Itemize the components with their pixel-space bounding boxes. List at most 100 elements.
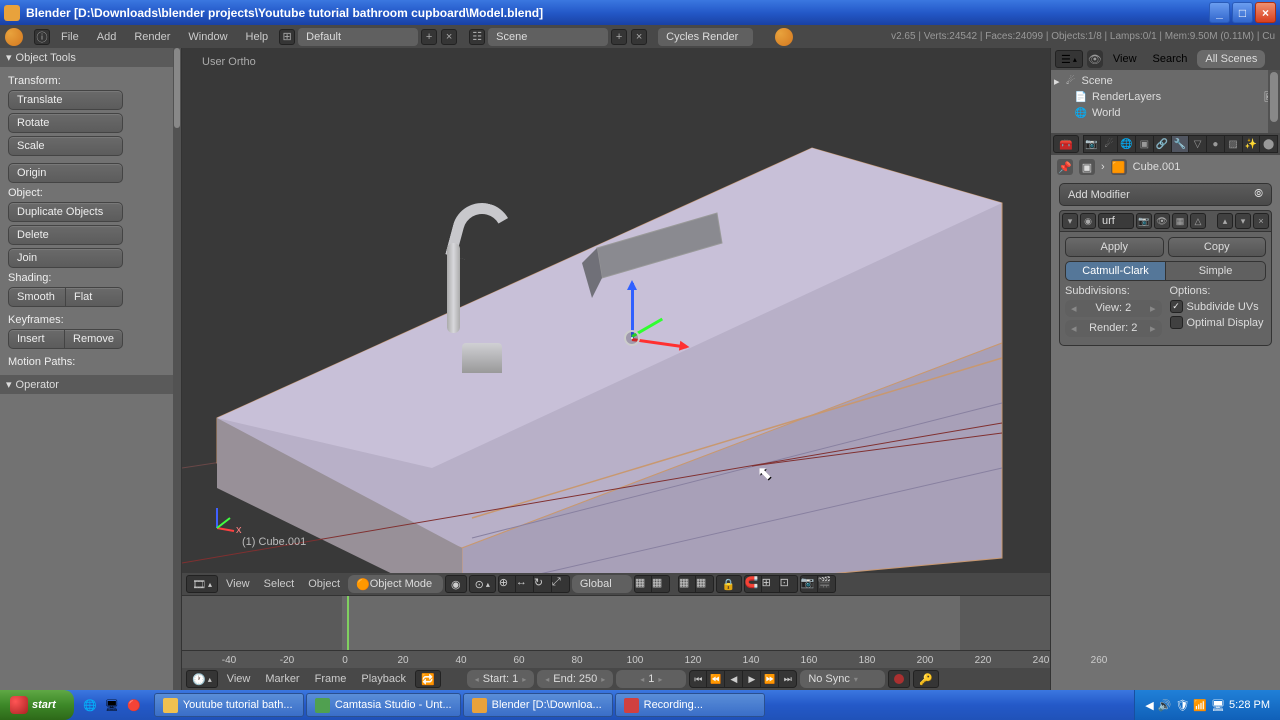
vh-view[interactable]: View: [220, 578, 256, 590]
editor-type-icon[interactable]: ⓘ: [34, 29, 50, 45]
tray-icon[interactable]: 🖥: [1211, 699, 1225, 712]
mod-move-down-button[interactable]: ▾: [1235, 213, 1251, 229]
end-frame-input[interactable]: ◂End: 250▸: [537, 670, 613, 688]
add-layout-button[interactable]: +: [421, 29, 437, 45]
tl-view[interactable]: View: [221, 673, 257, 685]
mod-realtime-toggle[interactable]: 👁: [1154, 213, 1170, 229]
remove-keyframe-button[interactable]: Remove: [65, 329, 123, 349]
duplicate-button[interactable]: Duplicate Objects: [8, 202, 123, 222]
modifier-expand-icon[interactable]: ▾: [1062, 213, 1078, 229]
current-frame-input[interactable]: ◂1▸: [616, 670, 686, 688]
snap-buttons[interactable]: 🧲⊞⊡: [744, 575, 798, 593]
origin-button[interactable]: Origin: [8, 163, 123, 183]
simple-toggle[interactable]: Simple: [1166, 261, 1266, 281]
prev-keyframe-button[interactable]: ⏪: [707, 670, 725, 688]
tray-icon[interactable]: 🔊: [1158, 699, 1172, 712]
join-button[interactable]: Join: [8, 248, 123, 268]
pin-icon[interactable]: 📌: [1057, 159, 1073, 175]
lock-camera-button[interactable]: 🔒: [716, 575, 742, 593]
tab-particles[interactable]: ✨: [1243, 135, 1261, 153]
toolshelf-scrollbar[interactable]: [173, 48, 181, 690]
playhead[interactable]: [347, 596, 349, 650]
mode-select[interactable]: 🟠 Object Mode: [348, 575, 443, 593]
record-button[interactable]: [888, 670, 910, 688]
menu-help[interactable]: Help: [238, 28, 277, 46]
add-scene-button[interactable]: +: [611, 29, 627, 45]
taskbar-item-camtasia[interactable]: Camtasia Studio - Unt...: [306, 693, 461, 717]
outliner-restrict-icon[interactable]: 👁: [1087, 50, 1103, 68]
optimal-display-checkbox[interactable]: Optimal Display: [1170, 316, 1267, 329]
scale-button[interactable]: Scale: [8, 136, 123, 156]
tab-texture[interactable]: ▨: [1225, 135, 1243, 153]
pivot-button[interactable]: ⊙ ▴: [469, 575, 496, 593]
copy-modifier-button[interactable]: Copy: [1168, 237, 1267, 257]
playback-controls[interactable]: ⏮ ⏪ ◀ ▶ ⏩ ⏭: [689, 670, 797, 688]
render-buttons[interactable]: 📷🎬: [800, 575, 836, 593]
timeline-track[interactable]: [182, 595, 1050, 651]
scene-select[interactable]: Scene: [488, 28, 608, 46]
catmull-clark-toggle[interactable]: Catmull-Clark: [1065, 261, 1166, 281]
editor-type-button[interactable]: 🎞 ▴: [186, 575, 218, 593]
smooth-button[interactable]: Smooth: [8, 287, 66, 307]
flat-button[interactable]: Flat: [66, 287, 123, 307]
delete-layout-button[interactable]: ×: [441, 29, 457, 45]
clock[interactable]: 5:28 PM: [1229, 699, 1270, 711]
orientation-select[interactable]: Global: [572, 575, 632, 593]
tab-physics[interactable]: ⬤: [1260, 135, 1278, 153]
tl-playback[interactable]: Playback: [355, 673, 412, 685]
layer-buttons-1[interactable]: ▦▦: [634, 575, 670, 593]
vh-select[interactable]: Select: [258, 578, 301, 590]
back-to-previous-icon[interactable]: ⊞: [279, 29, 295, 45]
menu-file[interactable]: File: [53, 28, 87, 46]
tab-world[interactable]: 🌐: [1118, 135, 1136, 153]
next-keyframe-button[interactable]: ⏩: [761, 670, 779, 688]
mod-render-toggle[interactable]: 📷: [1136, 213, 1152, 229]
3d-viewport[interactable]: User Ortho x (1) C: [182, 48, 1050, 573]
system-tray[interactable]: ◀ 🔊 🛡 📶 🖥 5:28 PM: [1134, 690, 1280, 720]
outliner-renderlayers-row[interactable]: 📄RenderLayers 🖼: [1054, 89, 1277, 105]
menu-render[interactable]: Render: [126, 28, 178, 46]
taskbar-item-recording[interactable]: Recording...: [615, 693, 765, 717]
jump-start-button[interactable]: ⏮: [689, 670, 707, 688]
vh-object[interactable]: Object: [302, 578, 346, 590]
sync-mode-select[interactable]: No Sync▾: [800, 670, 885, 688]
shading-mode-button[interactable]: ◉: [445, 575, 467, 593]
close-button[interactable]: ×: [1255, 2, 1276, 23]
manipulator-buttons[interactable]: ⊕↔↻⤢: [498, 575, 570, 593]
tray-icon[interactable]: 📶: [1193, 699, 1207, 712]
tl-marker[interactable]: Marker: [259, 673, 305, 685]
outliner-view-menu[interactable]: View: [1107, 53, 1143, 65]
maximize-button[interactable]: □: [1232, 2, 1253, 23]
add-modifier-dropdown[interactable]: Add Modifier⦾: [1059, 183, 1272, 206]
mod-move-up-button[interactable]: ▴: [1217, 213, 1233, 229]
operator-header[interactable]: ▾Operator: [0, 375, 181, 394]
outliner-scrollbar[interactable]: [1268, 70, 1280, 133]
outliner-filter-select[interactable]: All Scenes: [1197, 50, 1265, 68]
keying-set-button[interactable]: 🔑: [913, 670, 939, 688]
timeline-ruler[interactable]: -40 -20 0 20 40 60 80 100 120 140 160 18…: [182, 651, 1050, 668]
tab-scene[interactable]: ☄: [1101, 135, 1119, 153]
object-tools-header[interactable]: ▾Object Tools: [0, 48, 181, 67]
tab-material[interactable]: ●: [1207, 135, 1225, 153]
play-reverse-button[interactable]: ◀: [725, 670, 743, 688]
tray-icon[interactable]: 🛡: [1175, 699, 1189, 712]
tab-constraints[interactable]: 🔗: [1154, 135, 1172, 153]
outliner-editor-type[interactable]: ☰ ▴: [1055, 50, 1083, 68]
tab-object[interactable]: ▣: [1136, 135, 1154, 153]
tab-data[interactable]: ▽: [1189, 135, 1207, 153]
play-button[interactable]: ▶: [743, 670, 761, 688]
screen-layout-select[interactable]: Default: [298, 28, 418, 46]
outliner-search-menu[interactable]: Search: [1147, 53, 1194, 65]
start-button[interactable]: start: [0, 690, 74, 720]
minimize-button[interactable]: _: [1209, 2, 1230, 23]
ie-icon[interactable]: 🌐: [80, 694, 100, 716]
outliner-scene-row[interactable]: ▸☄Scene: [1054, 73, 1277, 89]
jump-end-button[interactable]: ⏭: [779, 670, 797, 688]
apply-modifier-button[interactable]: Apply: [1065, 237, 1164, 257]
insert-keyframe-button[interactable]: Insert: [8, 329, 65, 349]
translate-button[interactable]: Translate: [8, 90, 123, 110]
tl-frame[interactable]: Frame: [309, 673, 353, 685]
mod-cage-toggle[interactable]: △: [1190, 213, 1206, 229]
props-editor-type[interactable]: 🧰: [1053, 135, 1079, 153]
scene-browse-icon[interactable]: ☷: [469, 29, 485, 45]
